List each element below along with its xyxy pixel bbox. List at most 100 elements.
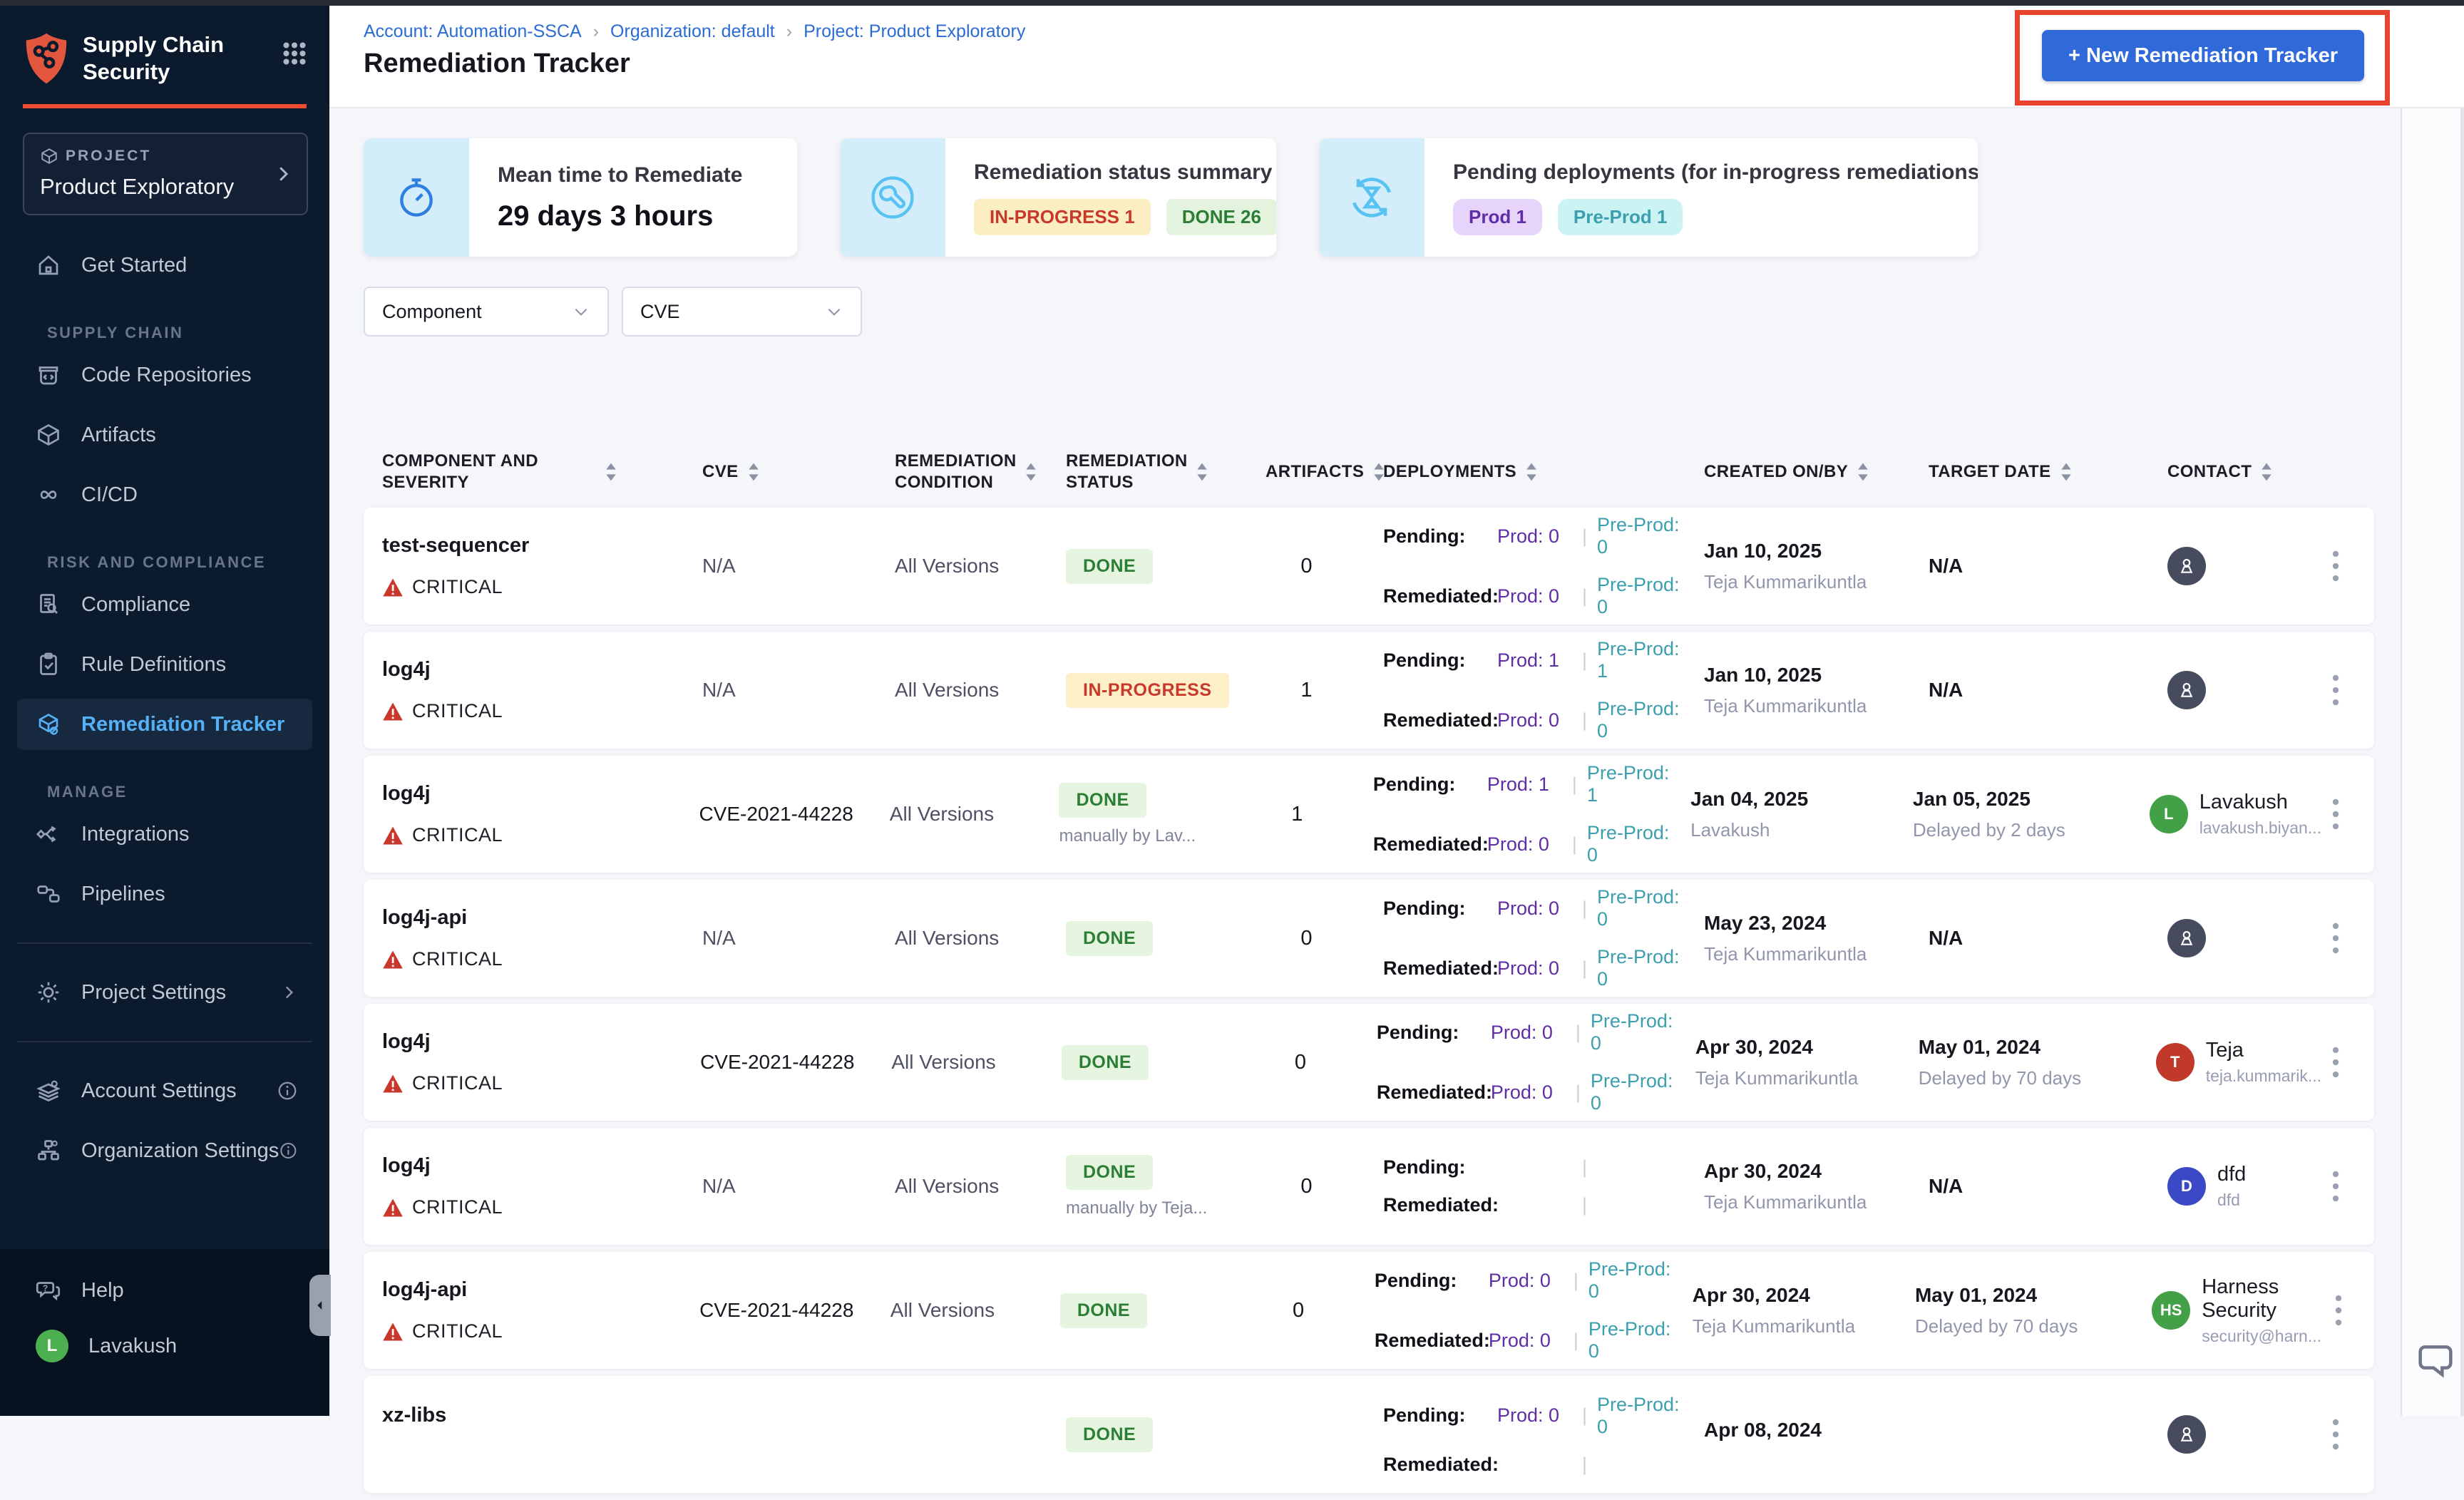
sidebar-item-rule-definitions[interactable]: Rule Definitions (17, 639, 312, 690)
app-logo[interactable]: Supply Chain Security (0, 0, 329, 86)
row-menu-button[interactable] (2321, 789, 2350, 839)
row-menu-button[interactable] (2321, 541, 2350, 591)
row-menu-button[interactable] (2321, 1037, 2350, 1087)
sidebar-user[interactable]: L Lavakush (17, 1320, 312, 1372)
contact-avatar[interactable] (2167, 671, 2206, 709)
sort-icon[interactable] (2260, 461, 2273, 483)
pending-preprod[interactable]: Pre-Prod: 0 (1591, 1010, 1681, 1054)
sidebar-item-project-settings[interactable]: Project Settings (17, 967, 312, 1018)
sort-icon[interactable] (1196, 461, 1208, 483)
severity-badge: CRITICAL (382, 1196, 677, 1218)
sidebar-item-code-repositories[interactable]: Code Repositories (17, 349, 312, 401)
column-header-target-date[interactable]: TARGET DATE (1914, 461, 2135, 483)
contact-avatar[interactable]: HS (2152, 1291, 2191, 1330)
component-filter-dropdown[interactable]: Component (364, 287, 609, 337)
info-icon[interactable] (279, 1140, 298, 1161)
sidebar-item-pipelines[interactable]: Pipelines (17, 868, 312, 920)
remediated-preprod[interactable]: Pre-Prod: 0 (1587, 822, 1676, 866)
sidebar-item-integrations[interactable]: Integrations (17, 808, 312, 860)
project-selector[interactable]: PROJECT Product Exploratory (23, 133, 308, 215)
column-header-cve[interactable]: CVE (677, 461, 873, 483)
cve-filter-dropdown[interactable]: CVE (622, 287, 862, 337)
scrollbar-thumb[interactable] (2460, 6, 2464, 1416)
table-row[interactable]: test-sequencer CRITICAL N/A All Versions… (364, 508, 2374, 625)
contact-avatar[interactable]: T (2155, 1043, 2194, 1082)
row-menu-button[interactable] (2321, 665, 2350, 715)
breadcrumb-account[interactable]: Account: Automation-SSCA (364, 21, 582, 42)
remediated-preprod[interactable]: Pre-Prod: 0 (1597, 946, 1690, 990)
row-menu-button[interactable] (2327, 1285, 2350, 1335)
sort-icon[interactable] (2060, 461, 2073, 483)
table-row[interactable]: xz-libs DONE Pending: Prod: 0 | Pre-Prod… (364, 1376, 2374, 1493)
sidebar-item-artifacts[interactable]: Artifacts (17, 409, 312, 461)
row-menu-button[interactable] (2321, 1161, 2350, 1211)
breadcrumb-project[interactable]: Project: Product Exploratory (804, 21, 1025, 42)
remediated-preprod[interactable]: Pre-Prod: 0 (1597, 698, 1690, 742)
remediated-prod[interactable]: Prod: 0 (1497, 709, 1572, 731)
sidebar-item-label: Project Settings (81, 980, 227, 1004)
contact-avatar[interactable]: L (2149, 795, 2188, 833)
sidebar-item-account-settings[interactable]: Account Settings (17, 1065, 312, 1116)
table-row[interactable]: log4j-api CRITICAL CVE-2021-44228 All Ve… (364, 1252, 2374, 1369)
sort-icon[interactable] (747, 461, 760, 483)
remediated-prod[interactable]: Prod: 0 (1497, 585, 1572, 607)
chat-help-button[interactable] (2413, 1337, 2458, 1383)
remediated-prod[interactable]: Prod: 0 (1489, 1330, 1564, 1352)
column-header-remediation-condition[interactable]: REMEDIATION CONDITION (873, 451, 1044, 493)
card-icon-panel (364, 138, 469, 257)
pending-preprod[interactable]: Pre-Prod: 0 (1597, 886, 1690, 930)
pending-prod[interactable]: Prod: 0 (1491, 1022, 1566, 1044)
pending-preprod[interactable]: Pre-Prod: 0 (1588, 1258, 1678, 1303)
column-header-remediation-status[interactable]: REMEDIATION STATUS (1044, 451, 1248, 493)
table-row[interactable]: log4j CRITICAL N/A All Versions DONE man… (364, 1128, 2374, 1245)
remediated-preprod[interactable]: Pre-Prod: 0 (1588, 1318, 1678, 1362)
sort-icon[interactable] (1857, 461, 1869, 483)
contact-avatar[interactable]: D (2167, 1167, 2206, 1206)
remediated-prod[interactable]: Prod: 0 (1487, 833, 1562, 856)
column-header-created-on-by[interactable]: CREATED ON/BY (1690, 461, 1914, 483)
remediated-prod[interactable]: Prod: 0 (1491, 1082, 1566, 1104)
contact-avatar[interactable] (2167, 919, 2206, 957)
pending-prod[interactable]: Prod: 0 (1497, 525, 1572, 548)
pending-prod[interactable]: Prod: 1 (1497, 649, 1572, 672)
pending-prod[interactable]: Prod: 0 (1497, 898, 1572, 920)
column-header-artifacts[interactable]: ARTIFACTS (1248, 461, 1385, 483)
contact-avatar[interactable] (2167, 547, 2206, 585)
sort-icon[interactable] (605, 461, 617, 483)
pending-preprod[interactable]: Pre-Prod: 1 (1597, 638, 1690, 682)
app-grid-icon[interactable] (278, 37, 311, 70)
sidebar-item-label: Get Started (81, 253, 188, 277)
column-header-component[interactable]: COMPONENT AND SEVERITY (364, 451, 677, 493)
sidebar-collapse-handle[interactable] (309, 1275, 331, 1336)
remediated-prod[interactable]: Prod: 0 (1497, 957, 1572, 980)
row-menu-button[interactable] (2321, 913, 2350, 963)
sort-icon[interactable] (1025, 461, 1037, 483)
sidebar-item-compliance[interactable]: Compliance (17, 579, 312, 630)
sidebar-item-help[interactable]: ? Help (17, 1265, 312, 1316)
contact-avatar[interactable] (2167, 1415, 2206, 1454)
remediated-preprod[interactable]: Pre-Prod: 0 (1591, 1070, 1681, 1114)
pending-prod[interactable]: Prod: 1 (1487, 774, 1562, 796)
sidebar-item-organization-settings[interactable]: Organization Settings (17, 1125, 312, 1176)
info-icon[interactable] (277, 1080, 298, 1101)
new-remediation-tracker-button[interactable]: + New Remediation Tracker (2042, 30, 2364, 81)
pending-preprod[interactable]: Pre-Prod: 0 (1597, 514, 1690, 558)
table-row[interactable]: log4j CRITICAL CVE-2021-44228 All Versio… (364, 1004, 2374, 1121)
card-remediation-status-summary: Remediation status summary IN-PROGRESS 1… (840, 138, 1276, 257)
scrollbar-gutter[interactable] (2401, 6, 2464, 1416)
pending-prod[interactable]: Prod: 0 (1489, 1270, 1564, 1292)
column-header-deployments[interactable]: DEPLOYMENTS (1365, 461, 1690, 483)
table-row[interactable]: log4j CRITICAL CVE-2021-44228 All Versio… (364, 756, 2374, 873)
remediated-preprod[interactable]: Pre-Prod: 0 (1597, 574, 1690, 618)
sort-icon[interactable] (1525, 461, 1538, 483)
breadcrumb-organization[interactable]: Organization: default (610, 21, 775, 42)
column-header-contact[interactable]: CONTACT (2135, 461, 2374, 483)
sidebar-item-remediation-tracker[interactable]: Remediation Tracker (17, 699, 312, 750)
breadcrumb-separator: › (592, 21, 600, 41)
table-row[interactable]: log4j-api CRITICAL N/A All Versions DONE… (364, 880, 2374, 997)
row-menu-button[interactable] (2321, 1409, 2350, 1459)
table-row[interactable]: log4j CRITICAL N/A All Versions IN-PROGR… (364, 632, 2374, 749)
sidebar-item-cicd[interactable]: CI/CD (17, 469, 312, 520)
pending-preprod[interactable]: Pre-Prod: 1 (1587, 762, 1676, 806)
sidebar-item-get-started[interactable]: Get Started (17, 240, 312, 291)
